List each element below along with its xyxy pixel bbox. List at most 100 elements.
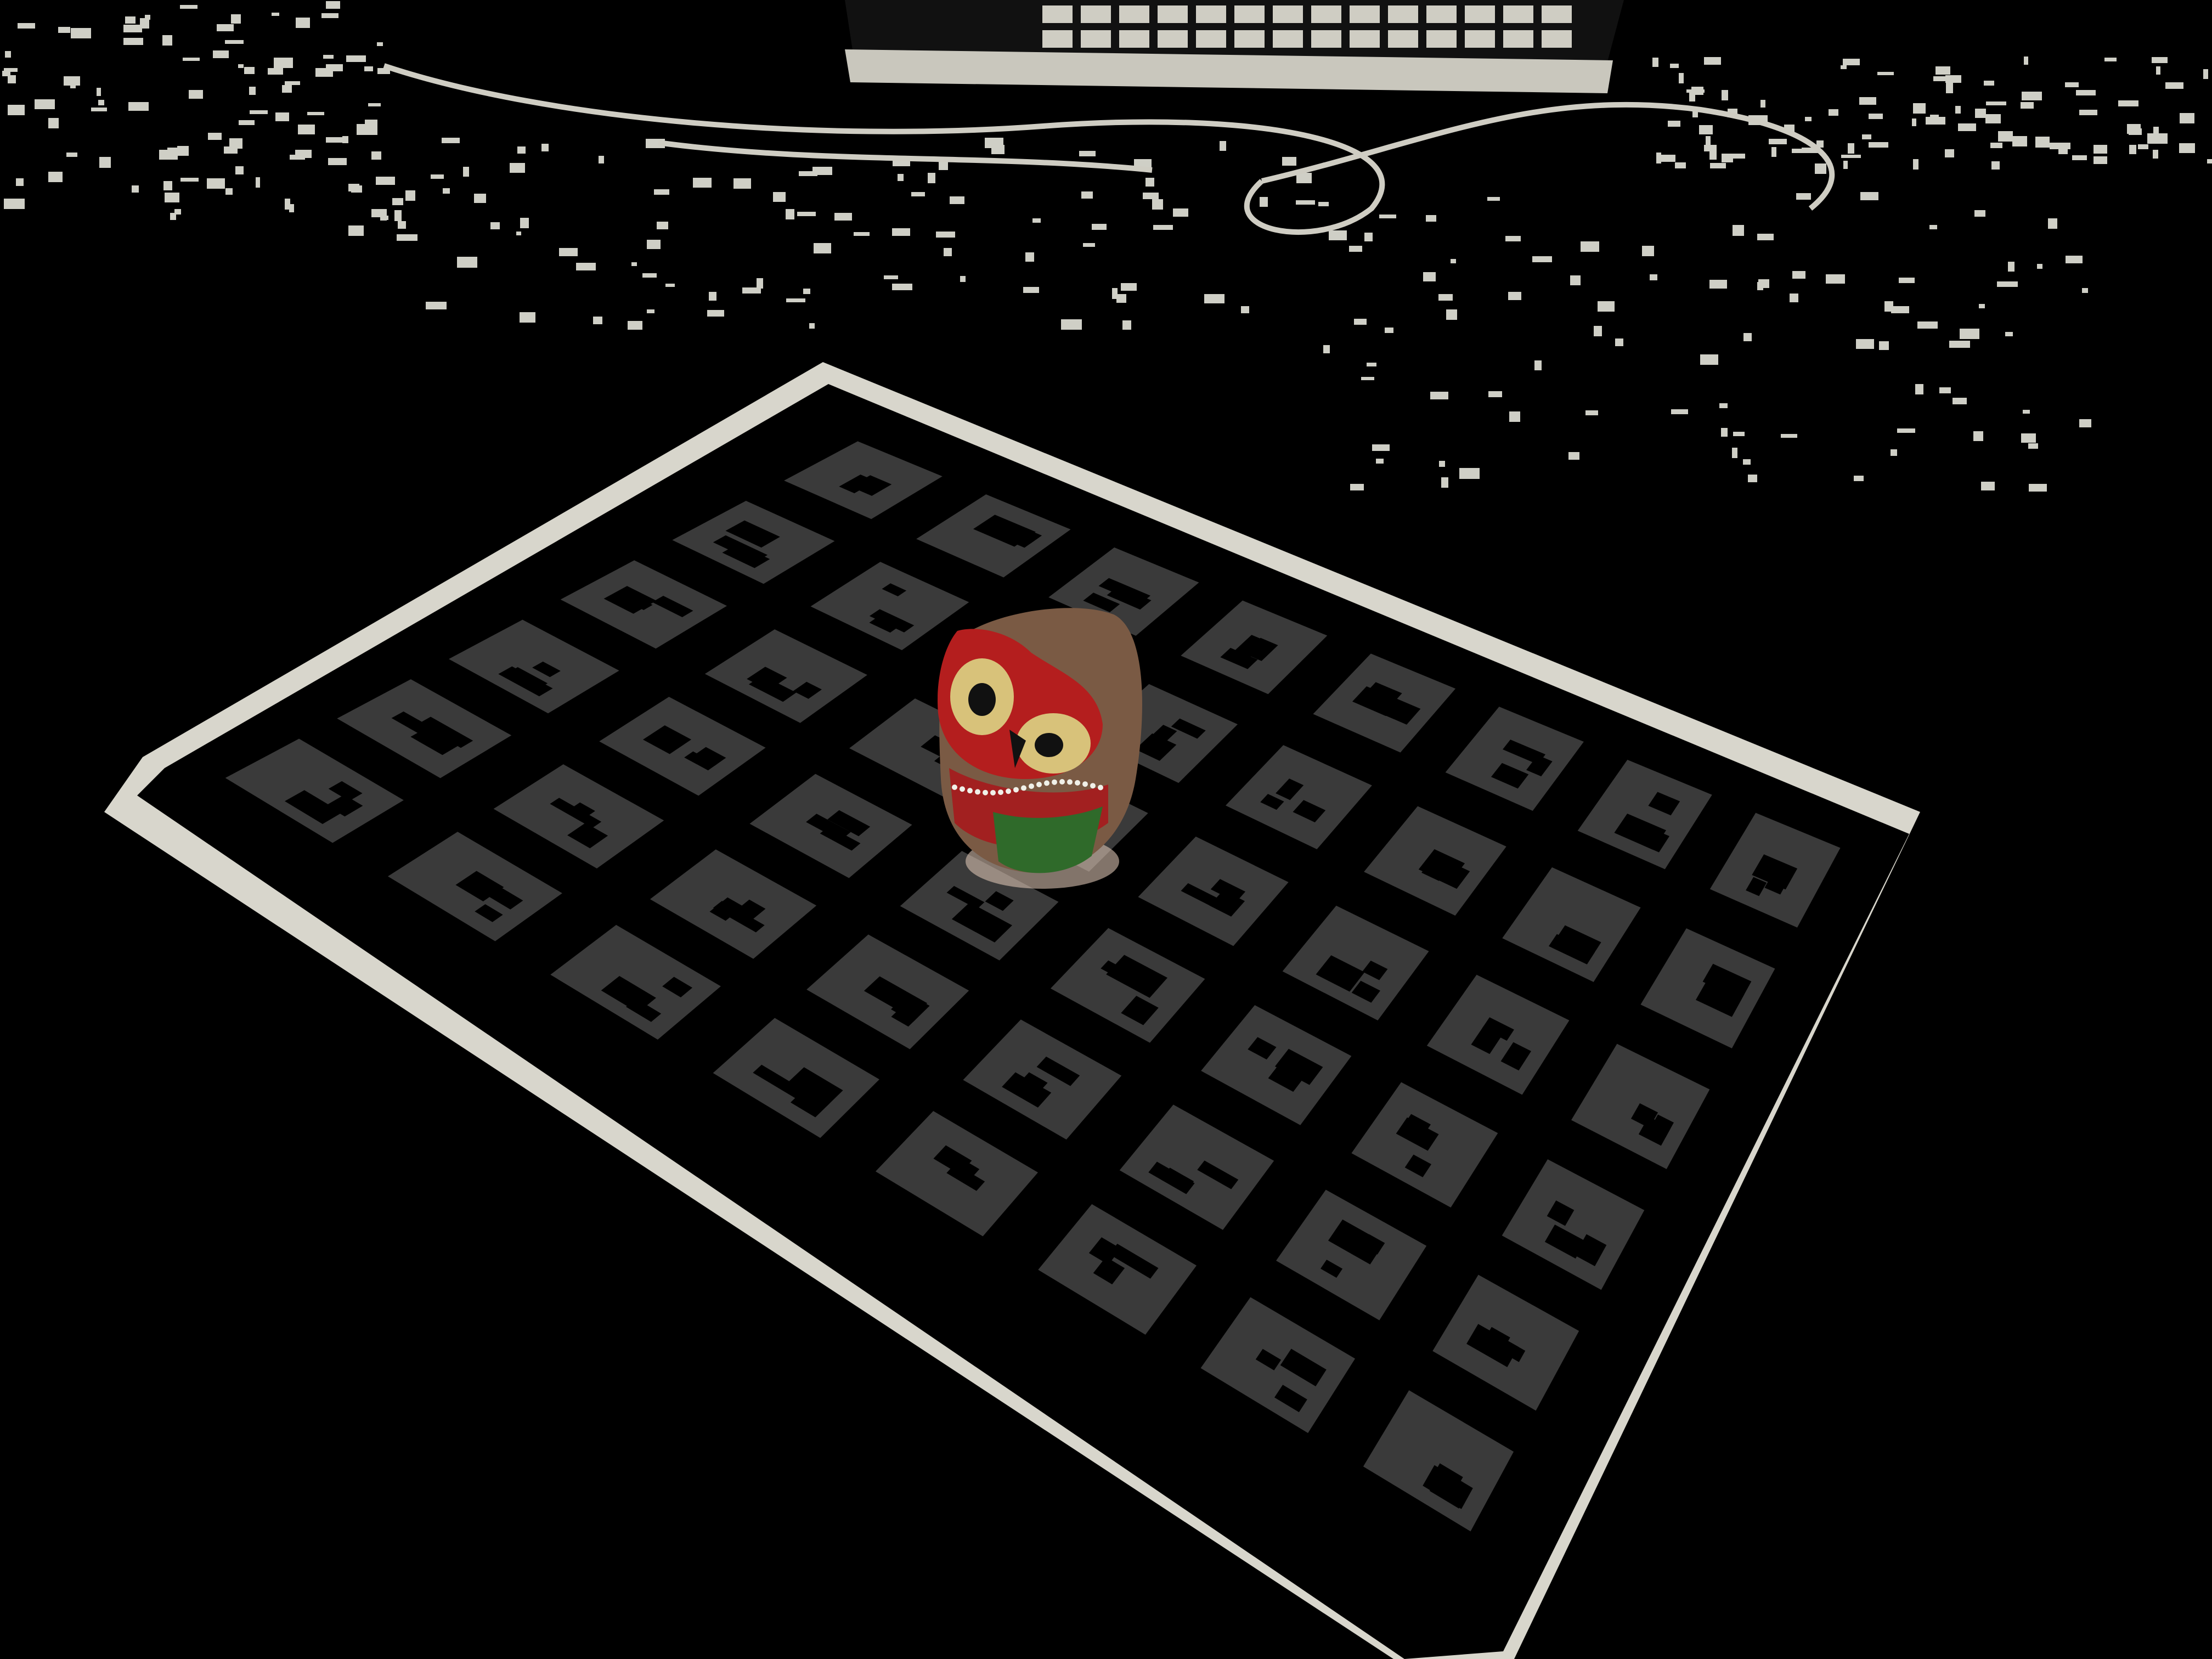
desk-speck (275, 112, 289, 121)
desk-speck (1743, 333, 1752, 341)
desk-speck (1668, 121, 1680, 127)
desk-speck (1318, 202, 1329, 206)
owl-dot (998, 789, 1003, 795)
desk-speck (442, 138, 460, 143)
desk-speck (2094, 145, 2107, 154)
keyboard-key (1119, 5, 1149, 23)
desk-speck (516, 232, 521, 235)
desk-speck (397, 234, 417, 241)
desk-speck (1146, 178, 1154, 187)
desk-speck (892, 284, 912, 290)
desk-speck (163, 181, 172, 190)
owl-dot (1090, 783, 1096, 789)
desk-speck (321, 13, 338, 18)
desk-speck (268, 68, 283, 75)
desk-speck (1912, 119, 1916, 126)
desk-speck (950, 196, 964, 204)
desk-speck (834, 213, 852, 221)
desk-speck (2147, 133, 2168, 144)
desk-speck (405, 190, 415, 201)
desk-speck (1585, 410, 1598, 415)
desk-speck (231, 14, 241, 24)
desk-speck (398, 221, 406, 229)
desk-speck (1204, 294, 1224, 303)
desk-speck (2076, 90, 2096, 95)
desk-speck (1509, 411, 1520, 422)
desk-speck (1025, 252, 1034, 262)
desk-speck (559, 248, 578, 256)
desk-speck (1116, 294, 1126, 303)
desk-speck (2129, 128, 2142, 135)
desk-speck (285, 81, 300, 85)
desk-speck (1955, 106, 1961, 114)
desk-speck (742, 287, 761, 294)
desk-speck (960, 276, 966, 282)
desk-speck (812, 167, 832, 175)
desk-speck (1985, 114, 2001, 123)
desk-speck (365, 125, 375, 134)
desk-speck (2072, 155, 2087, 160)
desk-speck (1859, 97, 1876, 105)
owl-dot (1013, 787, 1019, 793)
desk-speck (1722, 90, 1728, 100)
desk-speck (1430, 392, 1448, 399)
desk-speck (709, 292, 716, 301)
desk-speck (2079, 419, 2091, 427)
desk-speck (1704, 145, 1717, 151)
desk-speck (229, 138, 242, 149)
desk-speck (1854, 476, 1864, 481)
desk-speck (256, 177, 260, 188)
owl-dot (1029, 783, 1034, 789)
desk-speck (364, 66, 373, 71)
desk-speck (165, 193, 179, 202)
desk-speck (797, 212, 816, 216)
desk-speck (307, 112, 324, 115)
desk-speck (490, 222, 500, 229)
desk-speck (803, 289, 810, 294)
desk-speck (2021, 433, 2036, 443)
desk-speck (1945, 149, 1954, 157)
desk-speck (1856, 339, 1874, 349)
desk-speck (394, 210, 402, 221)
desk-speck (1661, 155, 1675, 162)
keyboard-key (1081, 30, 1111, 48)
desk-speck (1771, 147, 1776, 157)
desk-speck (892, 228, 910, 236)
desk-speck (2118, 100, 2138, 106)
owl-dot (1021, 785, 1026, 791)
desk-speck (1933, 76, 1951, 81)
desk-speck (91, 108, 107, 111)
keyboard-key (1503, 30, 1533, 48)
desk-speck (2021, 102, 2034, 109)
desk-speck (1936, 66, 1950, 75)
desk-speck (1260, 197, 1268, 207)
desk-speck (1709, 280, 1727, 289)
desk-speck (1439, 461, 1445, 467)
desk-speck (1732, 448, 1737, 458)
desk-speck (1710, 163, 1726, 168)
desk-speck (1869, 142, 1888, 148)
desk-speck (239, 120, 255, 125)
desk-speck (225, 188, 233, 195)
desk-speck (48, 118, 59, 128)
desk-speck (18, 23, 35, 29)
desk-speck (1796, 193, 1811, 200)
desk-speck (693, 178, 712, 188)
desk-speck (1656, 153, 1661, 163)
photo-scene (0, 0, 2212, 1659)
desk-speck (296, 18, 310, 28)
desk-speck (125, 16, 136, 24)
desk-speck (733, 178, 751, 189)
desk-speck (235, 166, 244, 174)
desk-speck (170, 213, 176, 220)
desk-speck (1568, 452, 1579, 460)
desk-speck (348, 225, 364, 236)
desk-speck (707, 310, 724, 317)
desk-speck (162, 35, 172, 46)
desk-speck (250, 110, 268, 114)
desk-speck (1379, 215, 1396, 218)
desk-speck (1143, 193, 1159, 199)
desk-speck (348, 184, 359, 191)
desk-speck (520, 312, 535, 323)
desk-speck (510, 163, 525, 173)
